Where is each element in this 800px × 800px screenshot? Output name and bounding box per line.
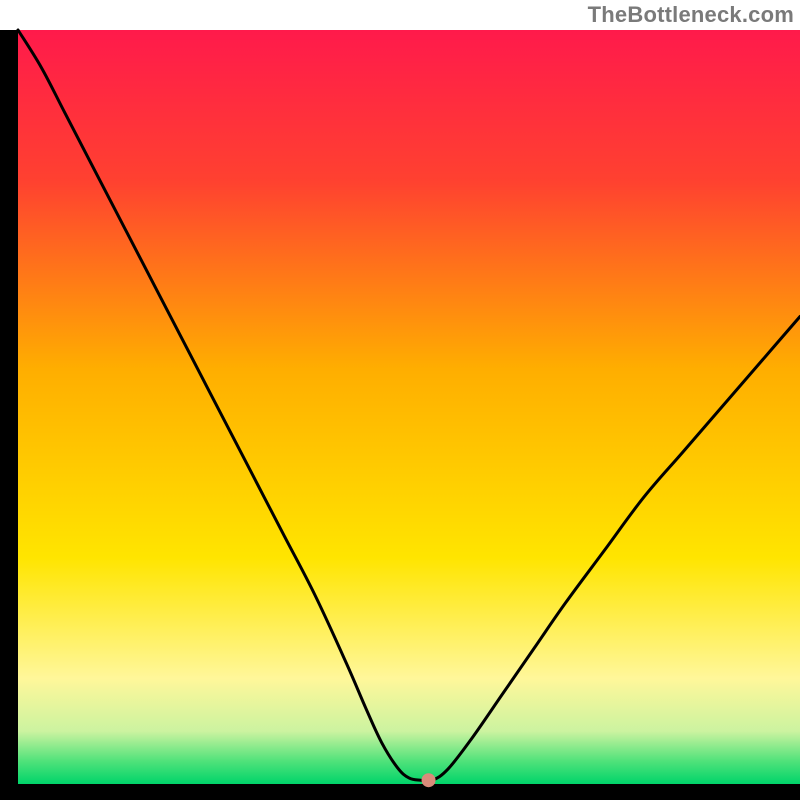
axis-bottom-frame — [0, 784, 800, 800]
valley-marker — [422, 773, 436, 787]
watermark-text: TheBottleneck.com — [588, 2, 794, 28]
chart-svg — [0, 0, 800, 800]
chart-container: TheBottleneck.com — [0, 0, 800, 800]
plot-background — [18, 30, 800, 784]
axis-left-frame — [0, 30, 18, 800]
